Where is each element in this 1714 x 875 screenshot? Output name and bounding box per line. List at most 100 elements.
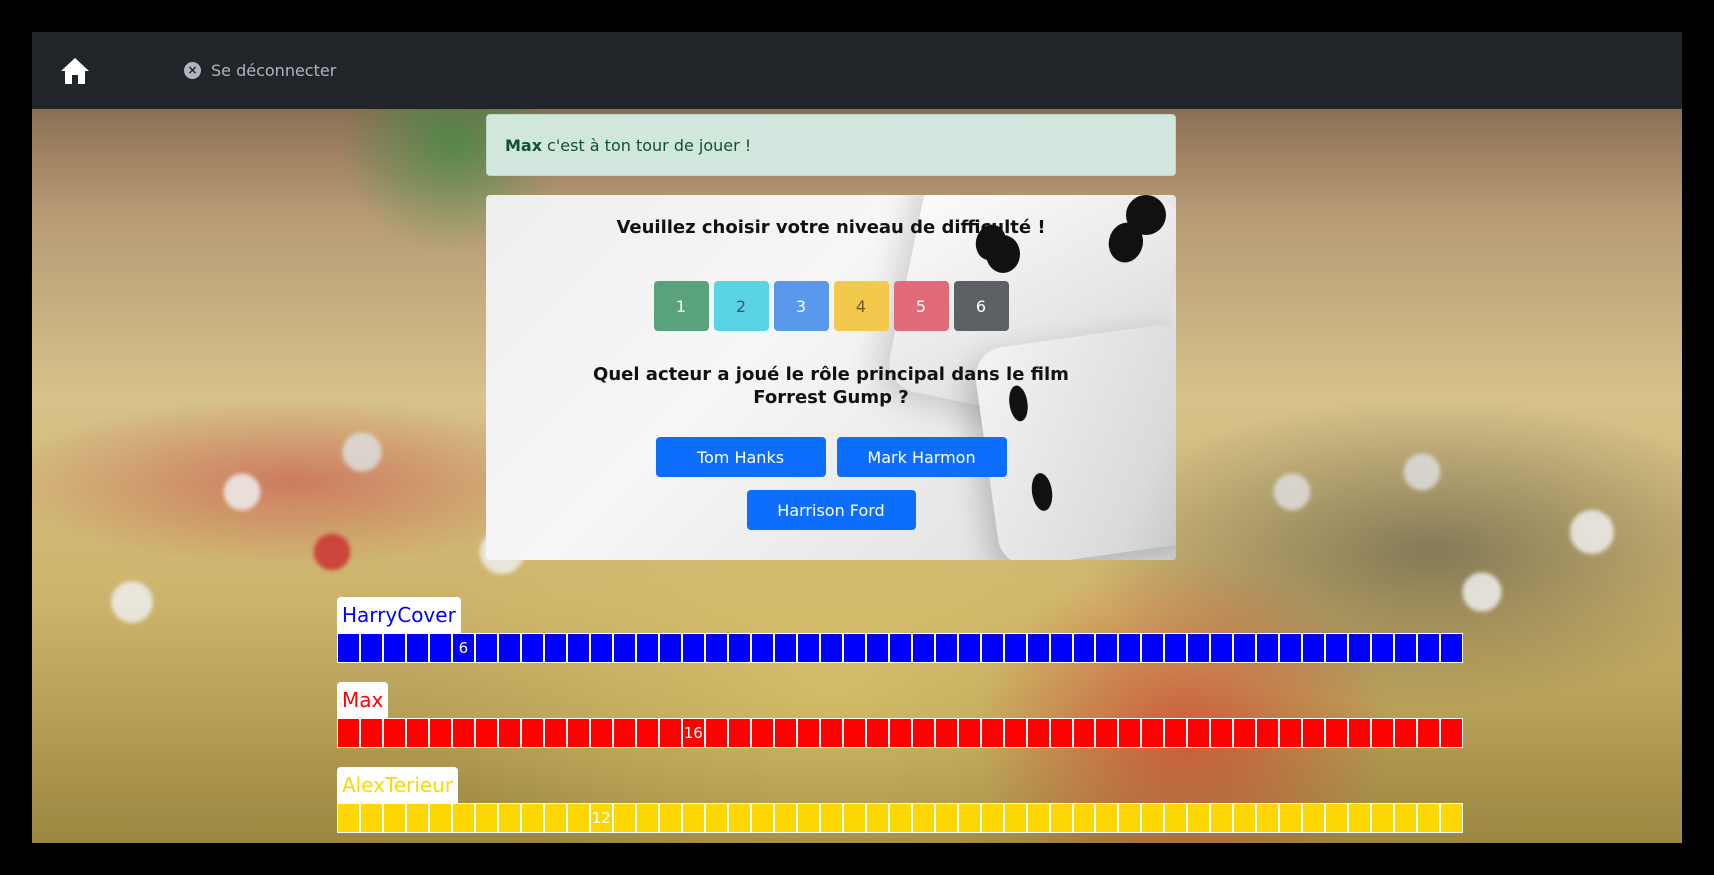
track-cell — [797, 804, 821, 832]
track-cell — [429, 634, 453, 662]
track-cell — [912, 804, 936, 832]
track-cell — [705, 804, 729, 832]
track-cell — [360, 634, 384, 662]
track-cell — [958, 634, 982, 662]
track-cell — [774, 804, 798, 832]
track-cell — [1303, 634, 1327, 662]
track-cell — [452, 804, 476, 832]
track-cell — [1004, 804, 1028, 832]
progress-track: 12 — [337, 803, 1463, 833]
track-cell — [659, 719, 683, 747]
track-cell — [383, 804, 407, 832]
track-cell — [958, 719, 982, 747]
track-cell — [935, 804, 959, 832]
track-cell — [981, 634, 1005, 662]
navbar: × Se déconnecter — [32, 32, 1682, 109]
track-cell — [958, 804, 982, 832]
track-cell — [1142, 804, 1166, 832]
track-cell — [1303, 804, 1327, 832]
track-cell — [705, 634, 729, 662]
level-button-6[interactable]: 6 — [953, 281, 1009, 331]
track-cell: 16 — [682, 719, 706, 747]
player-track-3: AlexTerieur 12 — [337, 767, 1465, 833]
game-screen: × Se déconnecter Max c'est à ton tour de… — [32, 32, 1682, 843]
track-cell — [1165, 804, 1189, 832]
track-cell — [636, 719, 660, 747]
track-cell — [797, 634, 821, 662]
track-cell — [1188, 634, 1212, 662]
answer-button-1[interactable]: Tom Hanks — [655, 437, 826, 477]
track-cell — [1372, 719, 1396, 747]
track-cell — [1257, 804, 1281, 832]
player-track-2: Max 16 — [337, 682, 1465, 748]
alert-player: Max — [505, 135, 543, 155]
track-cell — [1418, 634, 1442, 662]
progress-track: 16 — [337, 718, 1463, 748]
answer-button-2[interactable]: Mark Harmon — [836, 437, 1007, 477]
track-cell — [820, 634, 844, 662]
track-cell — [613, 719, 637, 747]
track-cell — [866, 719, 890, 747]
track-cell — [1326, 634, 1350, 662]
track-cell — [843, 804, 867, 832]
track-cell — [751, 634, 775, 662]
track-cell — [659, 634, 683, 662]
track-cell — [544, 719, 568, 747]
track-cell — [843, 634, 867, 662]
track-cell — [1050, 719, 1074, 747]
turn-alert: Max c'est à ton tour de jouer ! — [486, 114, 1176, 176]
track-cell — [1142, 634, 1166, 662]
track-cell — [889, 804, 913, 832]
track-cell — [774, 634, 798, 662]
track-cell — [1211, 719, 1235, 747]
level-button-5[interactable]: 5 — [893, 281, 949, 331]
track-cell — [1441, 719, 1463, 747]
track-cell — [1027, 634, 1051, 662]
level-button-3[interactable]: 3 — [773, 281, 829, 331]
track-cell: 6 — [452, 634, 476, 662]
track-cell — [981, 804, 1005, 832]
track-cell — [866, 804, 890, 832]
track-cell — [705, 719, 729, 747]
track-cell — [1257, 719, 1281, 747]
answers: Tom Hanks Mark Harmon Harrison Ford — [486, 437, 1176, 543]
track-cell — [406, 719, 430, 747]
track-cell — [728, 719, 752, 747]
difficulty-title: Veuillez choisir votre niveau de difficu… — [616, 217, 1046, 238]
level-button-4[interactable]: 4 — [833, 281, 889, 331]
track-cell — [1372, 634, 1396, 662]
track-cell — [475, 804, 499, 832]
logout-link[interactable]: × Se déconnecter — [184, 61, 336, 80]
track-cell — [636, 634, 660, 662]
answer-button-3[interactable]: Harrison Ford — [746, 490, 916, 530]
track-cell — [1441, 804, 1463, 832]
track-cell — [935, 634, 959, 662]
level-button-2[interactable]: 2 — [713, 281, 769, 331]
track-cell — [498, 719, 522, 747]
track-cell — [912, 634, 936, 662]
track-cell — [682, 634, 706, 662]
track-cell — [1326, 719, 1350, 747]
track-cell — [1096, 804, 1120, 832]
track-cell — [751, 804, 775, 832]
close-circle-icon: × — [184, 62, 201, 79]
track-cell — [521, 804, 545, 832]
track-cell — [1211, 804, 1235, 832]
track-cell — [1119, 634, 1143, 662]
track-cell — [521, 634, 545, 662]
track-cell — [981, 719, 1005, 747]
track-cell — [820, 719, 844, 747]
alert-message: c'est à ton tour de jouer ! — [547, 135, 752, 155]
track-cell — [475, 634, 499, 662]
logout-label: Se déconnecter — [211, 61, 337, 80]
track-cell — [1303, 719, 1327, 747]
track-cell — [1188, 719, 1212, 747]
level-button-1[interactable]: 1 — [653, 281, 709, 331]
track-cell — [1096, 634, 1120, 662]
track-cell — [521, 719, 545, 747]
track-cell — [383, 634, 407, 662]
track-cell — [590, 634, 614, 662]
track-cell — [751, 719, 775, 747]
home-icon[interactable] — [52, 48, 98, 94]
track-cell — [1142, 719, 1166, 747]
